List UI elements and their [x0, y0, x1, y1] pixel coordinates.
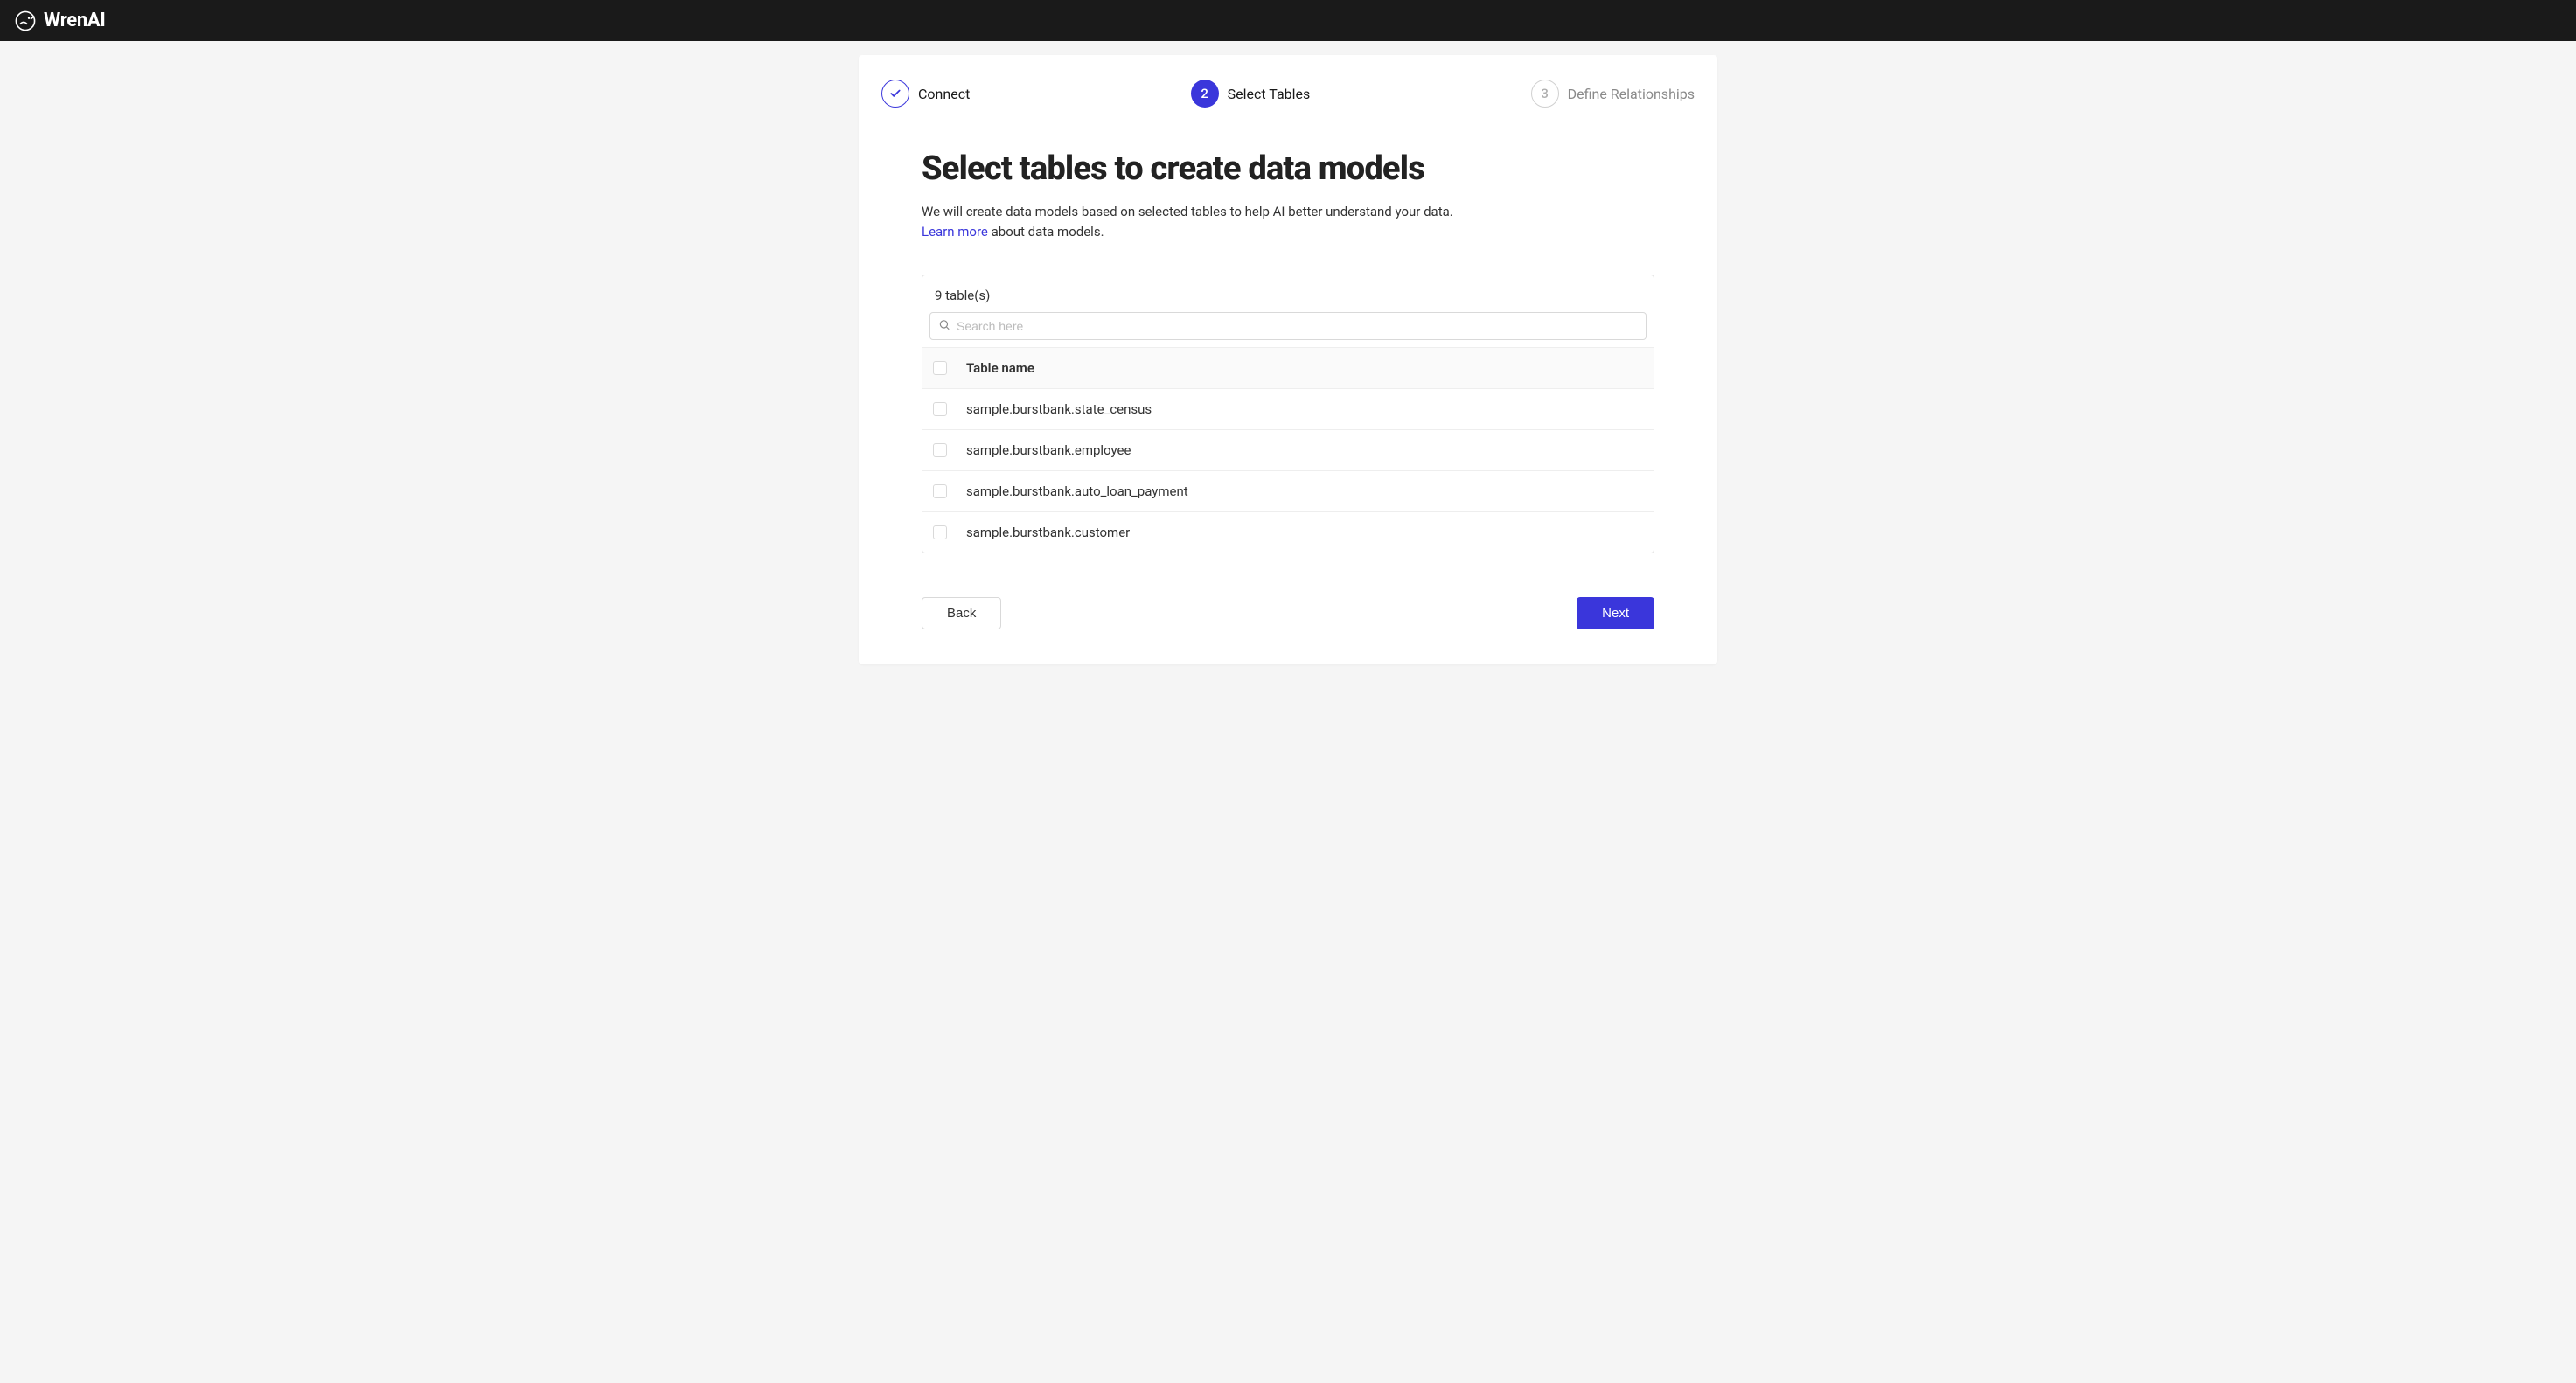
setup-card: Connect 2 Select Tables 3 Define Relatio…: [859, 55, 1717, 664]
stepper: Connect 2 Select Tables 3 Define Relatio…: [880, 80, 1696, 108]
table-panel: 9 table(s) Table name sample.burstbank.s…: [922, 275, 1654, 553]
page-subtitle: We will create data models based on sele…: [922, 202, 1654, 243]
step-select-tables: 2 Select Tables: [1191, 80, 1311, 108]
column-header-table-name: Table name: [966, 360, 1034, 376]
search-input[interactable]: [929, 312, 1647, 340]
brand-logo: WrenAI: [14, 10, 106, 32]
table-row[interactable]: sample.burstbank.customer: [922, 511, 1654, 553]
brand-name: WrenAI: [44, 10, 106, 31]
table-name-cell: sample.burstbank.state_census: [966, 401, 1152, 417]
table-row[interactable]: sample.burstbank.auto_loan_payment: [922, 470, 1654, 511]
row-checkbox[interactable]: [933, 402, 947, 416]
table-count: 9 table(s): [922, 275, 1654, 312]
step-select-tables-label: Select Tables: [1228, 86, 1311, 102]
app-header: WrenAI: [0, 0, 2576, 41]
step-connect-circle: [881, 80, 909, 108]
subtitle-text-1: We will create data models based on sele…: [922, 204, 1453, 219]
subtitle-text-2: about data models.: [988, 224, 1104, 240]
back-button[interactable]: Back: [922, 597, 1001, 629]
check-icon: [889, 87, 902, 100]
table-header-row: Table name: [922, 347, 1654, 388]
step-connect: Connect: [881, 80, 970, 108]
search-wrap: [922, 312, 1654, 347]
table-name-cell: sample.burstbank.employee: [966, 442, 1131, 458]
wren-logo-icon: [14, 10, 37, 32]
page-title: Select tables to create data models: [922, 149, 1654, 188]
actions: Back Next: [922, 597, 1654, 629]
table-name-cell: sample.burstbank.customer: [966, 525, 1130, 540]
step-select-tables-circle: 2: [1191, 80, 1219, 108]
content: Select tables to create data models We w…: [880, 149, 1696, 629]
table-name-cell: sample.burstbank.auto_loan_payment: [966, 483, 1188, 499]
row-checkbox[interactable]: [933, 443, 947, 457]
learn-more-link[interactable]: Learn more: [922, 224, 988, 240]
step-define-relationships: 3 Define Relationships: [1531, 80, 1695, 108]
table-row[interactable]: sample.burstbank.employee: [922, 429, 1654, 470]
step-define-relationships-label: Define Relationships: [1568, 86, 1695, 102]
select-all-checkbox[interactable]: [933, 361, 947, 375]
step-connect-label: Connect: [918, 86, 970, 102]
step-define-relationships-circle: 3: [1531, 80, 1559, 108]
next-button[interactable]: Next: [1577, 597, 1654, 629]
table-row[interactable]: sample.burstbank.state_census: [922, 388, 1654, 429]
row-checkbox[interactable]: [933, 525, 947, 539]
row-checkbox[interactable]: [933, 484, 947, 498]
